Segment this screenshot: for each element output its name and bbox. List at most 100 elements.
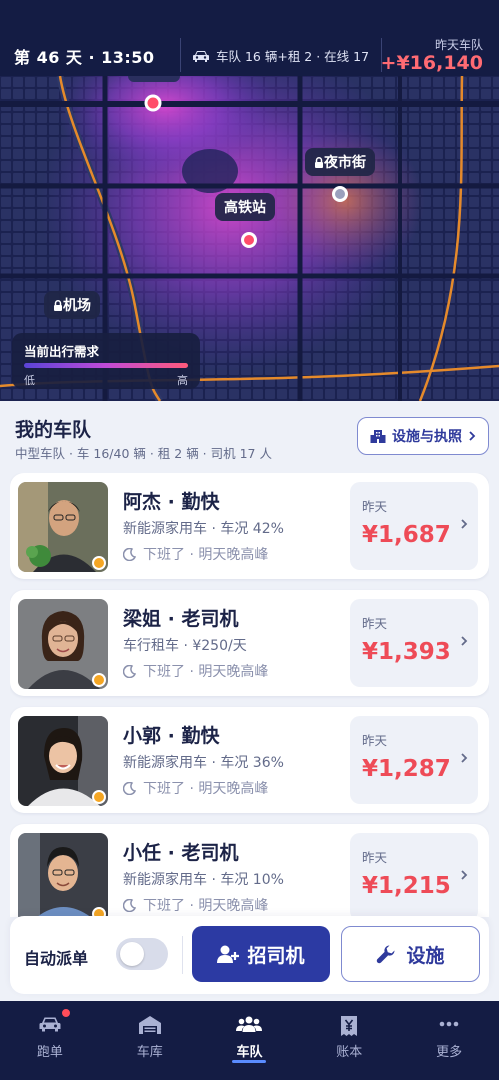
nav-label: 更多 [436, 1045, 463, 1060]
facility-license-button[interactable]: 设施与执照 [357, 417, 489, 455]
nav-label: 跑单 [36, 1045, 63, 1060]
demand-heatmap[interactable]: 高铁站 夜市街 机场 当前出行需求 低 高 [0, 76, 499, 401]
car-icon [39, 1017, 61, 1032]
wrench-icon [377, 945, 395, 964]
active-indicator [232, 1060, 267, 1063]
driver-card[interactable]: 阿杰 · 勤快 新能源家用车 · 车况 42% 下班了 · 明天晚高峰 昨天 ¥… [10, 473, 489, 579]
driver-vehicle: 新能源家用车 · 车况 36% [123, 755, 284, 771]
nav-label: 车库 [136, 1045, 163, 1060]
pin-label-airport[interactable]: 机场 [44, 291, 100, 319]
driver-name: 小任 · 老司机 [123, 842, 239, 864]
driver-shift-text: 下班了 · 明天晚高峰 [143, 898, 269, 914]
recruit-driver-label: 招司机 [247, 944, 305, 967]
driver-shift-text: 下班了 · 明天晚高峰 [143, 547, 269, 563]
bottom-nav: 跑单 车库 车队 账本 更多 [0, 1001, 499, 1080]
driver-shift: 下班了 · 明天晚高峰 [123, 661, 268, 681]
pin-label-night-market[interactable]: 夜市街 [305, 148, 375, 176]
driver-card[interactable]: 梁姐 · 老司机 车行租车 · ¥250/天 下班了 · 明天晚高峰 昨天 ¥1… [10, 590, 489, 696]
yesterday-fleet-label: 昨天车队 [434, 38, 483, 52]
driver-shift: 下班了 · 明天晚高峰 [123, 544, 268, 564]
earnings-value: ¥1,215 [362, 873, 451, 899]
driver-card[interactable]: 小郭 · 勤快 新能源家用车 · 车况 36% 下班了 · 明天晚高峰 昨天 ¥… [10, 707, 489, 813]
avatar [18, 482, 108, 572]
moon-icon [123, 664, 136, 678]
chevron-right-icon [461, 870, 468, 880]
status-dot [92, 790, 106, 804]
header-divider [180, 38, 181, 72]
lock-icon [54, 300, 62, 311]
driver-shift: 下班了 · 明天晚高峰 [123, 778, 268, 798]
ledger-icon [341, 1016, 358, 1036]
pin-label-station[interactable]: 高铁站 [215, 193, 275, 221]
toggle-knob [120, 942, 144, 966]
earnings-label: 昨天 [362, 850, 388, 865]
nav-item-ledger[interactable]: 账本 [299, 1001, 399, 1080]
pin-night-market-text: 夜市街 [324, 155, 366, 171]
chevron-right-icon [461, 519, 468, 529]
legend-gradient-bar [24, 363, 188, 368]
status-dot [92, 556, 106, 570]
chevron-right-icon [461, 636, 468, 646]
legend-low: 低 [24, 374, 35, 387]
nav-label: 车队 [236, 1045, 263, 1060]
earnings-label: 昨天 [362, 733, 388, 748]
status-dot [92, 673, 106, 687]
facility-label: 设施 [406, 944, 445, 967]
driver-name: 小郭 · 勤快 [123, 725, 220, 747]
team-icon [236, 1016, 263, 1032]
day-time: 第 46 天 · 13:50 [14, 48, 155, 67]
fleet-panel: 我的车队 中型车队 · 车 16/40 辆 · 租 2 辆 · 司机 17 人 … [0, 401, 499, 1001]
status-header: 第 46 天 · 13:50 车队 16 辆+租 2 · 在线 17 昨天车队 … [0, 0, 499, 76]
car-icon [193, 50, 209, 62]
driver-shift: 下班了 · 明天晚高峰 [123, 895, 268, 915]
moon-icon [123, 781, 136, 795]
legend-title: 当前出行需求 [24, 344, 100, 359]
demand-legend: 当前出行需求 低 高 [12, 333, 200, 389]
lock-icon [315, 157, 323, 168]
driver-vehicle: 车行租车 · ¥250/天 [123, 638, 247, 654]
pin-station-dot[interactable] [241, 232, 257, 248]
notification-badge [60, 1007, 72, 1019]
more-icon [439, 1021, 459, 1027]
facility-license-label: 设施与执照 [392, 429, 462, 445]
chevron-right-icon [461, 753, 468, 763]
pin-night-market-dot[interactable] [332, 186, 348, 202]
add-user-icon [217, 945, 240, 963]
nav-item-fleet[interactable]: 车队 [200, 1001, 300, 1080]
nav-item-orders[interactable]: 跑单 [0, 1001, 100, 1080]
earnings-value: ¥1,393 [362, 639, 451, 665]
fleet-title: 我的车队 [15, 419, 92, 441]
driver-vehicle: 新能源家用车 · 车况 42% [123, 521, 284, 537]
driver-card[interactable]: 小任 · 老司机 新能源家用车 · 车况 10% 下班了 · 明天晚高峰 昨天 … [10, 824, 489, 917]
driver-vehicle: 新能源家用车 · 车况 10% [123, 872, 284, 888]
recruit-driver-button[interactable]: 招司机 [192, 926, 330, 982]
building-icon [370, 429, 386, 443]
driver-name: 阿杰 · 勤快 [123, 491, 220, 513]
facility-button[interactable]: 设施 [341, 926, 480, 982]
driver-earnings[interactable]: 昨天 ¥1,687 [350, 482, 478, 570]
driver-earnings[interactable]: 昨天 ¥1,287 [350, 716, 478, 804]
driver-earnings[interactable]: 昨天 ¥1,215 [350, 833, 478, 917]
earnings-label: 昨天 [362, 499, 388, 514]
yesterday-fleet-value: +¥16,140 [380, 52, 483, 74]
earnings-label: 昨天 [362, 616, 388, 631]
nav-item-garage[interactable]: 车库 [100, 1001, 200, 1080]
earnings-value: ¥1,687 [362, 522, 451, 548]
earnings-value: ¥1,287 [362, 756, 451, 782]
auto-dispatch-toggle[interactable] [116, 938, 168, 970]
legend-high: 高 [177, 374, 188, 387]
nav-label: 账本 [336, 1045, 363, 1060]
fleet-subtitle: 中型车队 · 车 16/40 辆 · 租 2 辆 · 司机 17 人 [15, 446, 272, 461]
action-divider [182, 936, 183, 974]
nav-item-more[interactable]: 更多 [399, 1001, 499, 1080]
driver-earnings[interactable]: 昨天 ¥1,393 [350, 599, 478, 687]
avatar [18, 833, 108, 917]
driver-name: 梁姐 · 老司机 [123, 608, 239, 630]
avatar [18, 599, 108, 689]
garage-icon [138, 1016, 161, 1034]
avatar [18, 716, 108, 806]
chevron-right-icon [469, 431, 476, 441]
moon-icon [123, 898, 136, 912]
driver-shift-text: 下班了 · 明天晚高峰 [143, 664, 269, 680]
auto-dispatch-label: 自动派单 [24, 949, 89, 968]
